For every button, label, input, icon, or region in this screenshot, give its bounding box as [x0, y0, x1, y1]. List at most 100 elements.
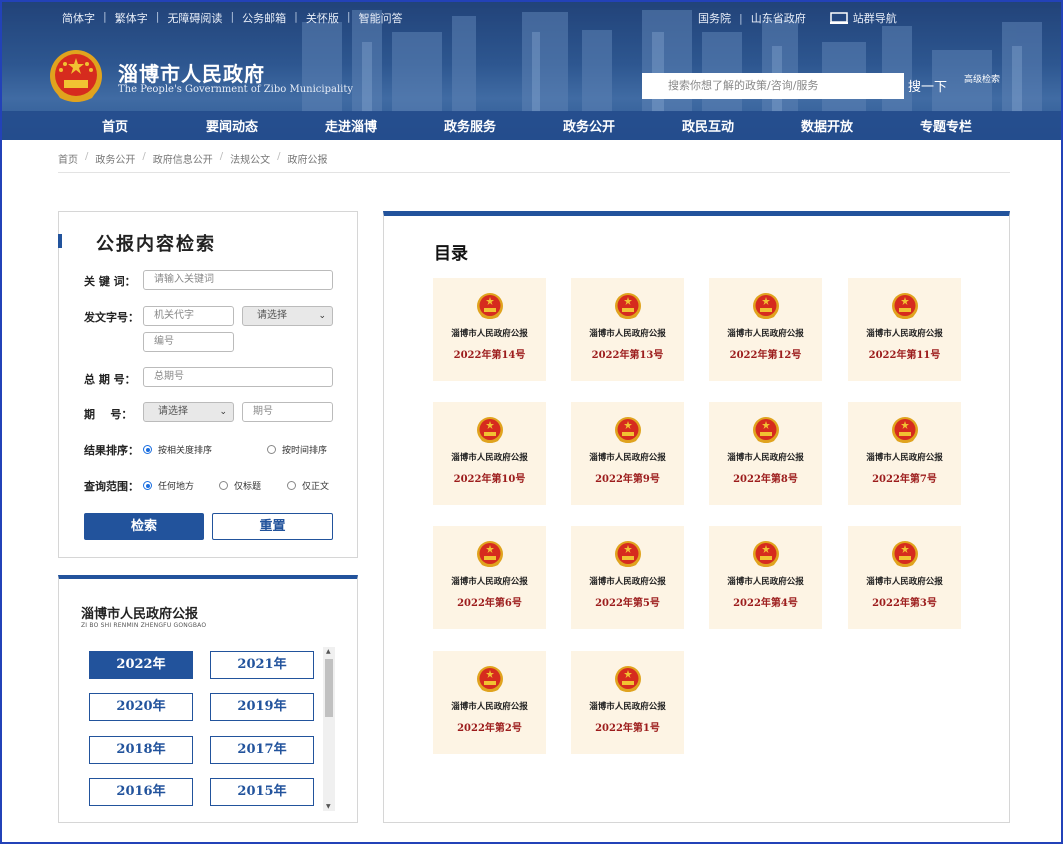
year-2020-button[interactable]: 2020年: [89, 693, 193, 721]
org-code-input[interactable]: 机关代字: [143, 306, 234, 326]
total-issue-label: 总 期 号：: [84, 373, 136, 386]
breadcrumb-item[interactable]: 政府信息公开: [153, 151, 213, 166]
main-nav: 首页 要闻动态 走进淄博 政务服务 政务公开 政民互动 数据开放 专题专栏: [2, 111, 1061, 140]
bulletin-issue-card[interactable]: 淄博市人民政府公报 2022年第14号: [433, 278, 546, 381]
issue-publication-name: 淄博市人民政府公报: [451, 577, 528, 587]
link-smart-qa[interactable]: 智能问答: [359, 10, 403, 26]
total-issue-input[interactable]: 总期号: [143, 367, 333, 387]
nav-open-data[interactable]: 数据开放: [801, 116, 853, 135]
year-2018-button[interactable]: 2018年: [89, 736, 193, 764]
issue-number: 2022年第4号: [733, 598, 798, 609]
year-2017-button[interactable]: 2017年: [210, 736, 314, 764]
issue-publication-name: 淄博市人民政府公报: [451, 453, 528, 463]
site-search-button[interactable]: 搜一下: [908, 76, 947, 95]
bulletin-issue-card[interactable]: 淄博市人民政府公报 2022年第7号: [848, 402, 961, 505]
link-simplified[interactable]: 简体字: [62, 10, 95, 26]
issue-number: 2022年第11号: [868, 350, 941, 361]
sort-relevance-radio[interactable]: 按相关度排序: [143, 443, 212, 456]
bulletin-issue-card[interactable]: 淄博市人民政府公报 2022年第13号: [571, 278, 684, 381]
issue-publication-name: 淄博市人民政府公报: [451, 702, 528, 712]
bulletin-issue-card[interactable]: 淄博市人民政府公报 2022年第3号: [848, 526, 961, 629]
breadcrumb: 首页 / 政务公开 / 政府信息公开 / 法规公文 / 政府公报: [58, 151, 328, 166]
link-shandong-gov[interactable]: 山东省政府: [751, 10, 806, 26]
national-emblem-icon: [892, 541, 918, 567]
breadcrumb-divider: [58, 172, 1010, 173]
link-site-nav[interactable]: 站群导航: [853, 10, 897, 26]
bulletin-issue-card[interactable]: 淄博市人民政府公报 2022年第10号: [433, 402, 546, 505]
scope-body-radio[interactable]: 仅正文: [287, 479, 329, 492]
doc-number-input[interactable]: 编号: [143, 332, 234, 352]
breadcrumb-item[interactable]: 政务公开: [95, 151, 135, 166]
issue-number: 2022年第6号: [457, 598, 522, 609]
radio-label: 仅标题: [234, 482, 262, 492]
scope-anywhere-radio[interactable]: 任何地方: [143, 479, 194, 492]
nav-interaction[interactable]: 政民互动: [682, 116, 734, 135]
scrollbar-thumb[interactable]: [325, 659, 333, 717]
nav-news[interactable]: 要闻动态: [206, 116, 258, 135]
year-2015-button[interactable]: 2015年: [210, 778, 314, 806]
keyword-input[interactable]: 请输入关键词: [143, 270, 333, 290]
year-list-scrollbar[interactable]: ▲ ▼: [323, 647, 335, 811]
scope-label: 查询范围：: [84, 480, 139, 493]
nav-gov-open[interactable]: 政务公开: [563, 116, 615, 135]
bulletin-issue-card[interactable]: 淄博市人民政府公报 2022年第4号: [709, 526, 822, 629]
bulletin-issue-card[interactable]: 淄博市人民政府公报 2022年第12号: [709, 278, 822, 381]
national-emblem-icon: [615, 541, 641, 567]
scroll-up-icon[interactable]: ▲: [326, 648, 331, 655]
issue-label: 期 号：: [84, 408, 133, 421]
national-emblem-icon: [753, 417, 779, 443]
national-emblem-icon: [615, 417, 641, 443]
advanced-search-link[interactable]: 高级检索: [964, 72, 1000, 85]
header: 简体字 | 繁体字 | 无障碍阅读 | 公务邮箱 | 关怀版 | 智能问答 国务院 | 山东…: [2, 2, 1061, 140]
breadcrumb-item[interactable]: 政府公报: [288, 151, 328, 166]
link-state-council[interactable]: 国务院: [698, 10, 731, 26]
chevron-down-icon: ⌄: [318, 311, 326, 321]
nav-gov-service[interactable]: 政务服务: [444, 116, 496, 135]
search-button[interactable]: 检索: [84, 513, 204, 540]
doc-year-select[interactable]: 请选择 ⌄: [242, 306, 333, 326]
national-emblem-icon: [753, 293, 779, 319]
year-2016-button[interactable]: 2016年: [89, 778, 193, 806]
sort-time-radio[interactable]: 按时间排序: [267, 443, 327, 456]
issue-publication-name: 淄博市人民政府公报: [727, 577, 804, 587]
scroll-down-icon[interactable]: ▼: [326, 803, 331, 810]
breadcrumb-item[interactable]: 首页: [58, 151, 78, 166]
bulletin-archive-panel: 淄博市人民政府公报 ZI BO SHI RENMIN ZHENGFU GONGB…: [58, 575, 358, 823]
reset-button[interactable]: 重置: [212, 513, 333, 540]
bulletin-issue-card[interactable]: 淄博市人民政府公报 2022年第5号: [571, 526, 684, 629]
national-emblem-icon: [892, 293, 918, 319]
title-marker: [58, 234, 62, 248]
link-care-mode[interactable]: 关怀版: [306, 10, 339, 26]
year-2019-button[interactable]: 2019年: [210, 693, 314, 721]
site-search-input[interactable]: 搜索你想了解的政策/咨询/服务: [642, 73, 904, 99]
nav-topics[interactable]: 专题专栏: [920, 116, 972, 135]
radio-label: 按相关度排序: [158, 446, 213, 456]
issue-number: 2022年第3号: [872, 598, 937, 609]
archive-title: 淄博市人民政府公报: [81, 607, 199, 622]
search-panel-title: 公报内容检索: [96, 234, 216, 255]
bulletin-issue-card[interactable]: 淄博市人民政府公报 2022年第6号: [433, 526, 546, 629]
year-2021-button[interactable]: 2021年: [210, 651, 314, 679]
link-accessibility[interactable]: 无障碍阅读: [167, 10, 222, 26]
issue-year-select[interactable]: 请选择 ⌄: [143, 402, 234, 422]
issue-publication-name: 淄博市人民政府公报: [589, 453, 666, 463]
nav-about-zibo[interactable]: 走进淄博: [325, 116, 377, 135]
bulletin-issue-card[interactable]: 淄博市人民政府公报 2022年第2号: [433, 651, 546, 754]
breadcrumb-item[interactable]: 法规公文: [230, 151, 270, 166]
issue-publication-name: 淄博市人民政府公报: [451, 329, 528, 339]
bulletin-issue-card[interactable]: 淄博市人民政府公报 2022年第11号: [848, 278, 961, 381]
catalog-title: 目录: [434, 244, 468, 264]
scope-title-radio[interactable]: 仅标题: [219, 479, 261, 492]
link-traditional[interactable]: 繁体字: [115, 10, 148, 26]
radio-unchecked: [287, 481, 296, 490]
issue-number: 2022年第1号: [595, 723, 660, 734]
bulletin-issue-card[interactable]: 淄博市人民政府公报 2022年第8号: [709, 402, 822, 505]
year-2022-button[interactable]: 2022年: [89, 651, 193, 679]
nav-home[interactable]: 首页: [102, 116, 128, 135]
issue-publication-name: 淄博市人民政府公报: [727, 329, 804, 339]
keyword-label: 关 键 词：: [84, 275, 136, 288]
bulletin-issue-card[interactable]: 淄博市人民政府公报 2022年第1号: [571, 651, 684, 754]
link-mail[interactable]: 公务邮箱: [242, 10, 286, 26]
bulletin-issue-card[interactable]: 淄博市人民政府公报 2022年第9号: [571, 402, 684, 505]
issue-input[interactable]: 期号: [242, 402, 333, 422]
